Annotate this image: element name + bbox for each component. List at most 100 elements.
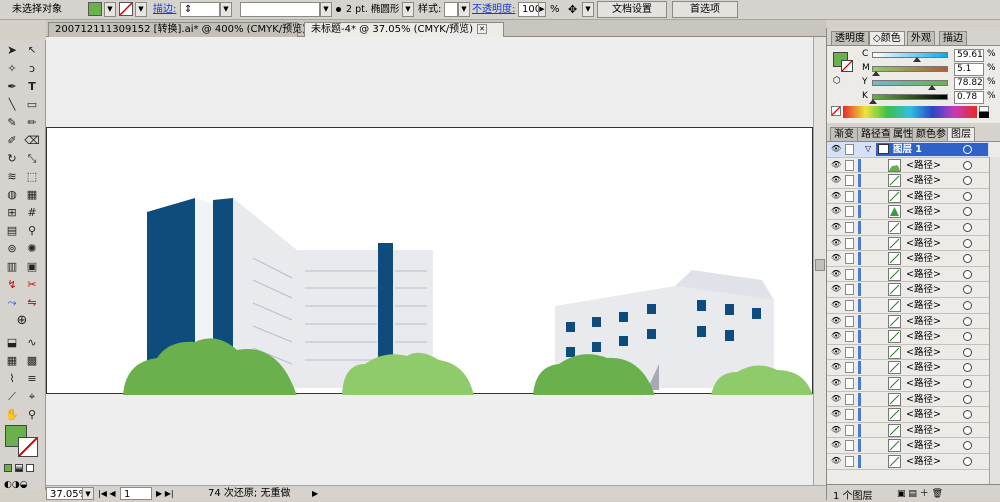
lock-toggle[interactable] xyxy=(845,378,854,389)
lasso-tool-icon[interactable]: ↄ xyxy=(23,60,41,77)
gradient-tool-icon[interactable]: ▤ xyxy=(3,222,21,239)
target-circle-icon[interactable] xyxy=(963,441,972,451)
target-circle-icon[interactable] xyxy=(963,191,972,201)
path-name[interactable]: <路径> xyxy=(906,330,941,343)
opacity-dropdown[interactable]: ▶ xyxy=(538,2,546,17)
status-menu-icon[interactable]: ▶ xyxy=(312,486,318,501)
visibility-eye-icon[interactable]: 👁 xyxy=(831,176,841,184)
first-page-icon[interactable]: |◀ ◀ xyxy=(98,486,116,501)
variable-width-field[interactable] xyxy=(240,2,320,17)
target-circle-icon[interactable] xyxy=(963,316,972,326)
black-swatch[interactable] xyxy=(979,112,989,118)
lock-toggle[interactable] xyxy=(845,206,854,218)
path-name[interactable]: <路径> xyxy=(906,393,941,406)
tab-appearance[interactable]: 外观 xyxy=(907,31,935,45)
lock-toggle[interactable] xyxy=(845,237,854,249)
path-row[interactable]: 👁 <路径> xyxy=(827,391,989,408)
path-name[interactable]: <路径> xyxy=(906,221,941,234)
perspective-grid-tool-icon[interactable]: ⊞ xyxy=(3,204,21,221)
channel-value-y[interactable]: 78.82 xyxy=(954,77,984,90)
visibility-eye-icon[interactable]: 👁 xyxy=(831,379,841,387)
target-circle-icon[interactable] xyxy=(963,254,972,264)
target-circle-icon[interactable] xyxy=(963,269,972,279)
lock-toggle[interactable] xyxy=(845,284,854,296)
lock-toggle[interactable] xyxy=(845,362,854,374)
artboard-tool-icon[interactable]: ▣ xyxy=(23,258,41,275)
path-name[interactable]: <路径> xyxy=(906,455,941,468)
none-color-icon[interactable] xyxy=(831,106,841,116)
eyedropper-tool-icon[interactable]: ⚲ xyxy=(23,222,41,239)
channel-value-c[interactable]: 59.61 xyxy=(954,49,984,62)
tab-stroke[interactable]: 描边 xyxy=(939,31,967,45)
color-spectrum-bar[interactable] xyxy=(843,106,977,118)
target-circle-icon[interactable] xyxy=(963,223,972,232)
path-name[interactable]: <路径> xyxy=(906,252,941,265)
tab-document-1[interactable]: 200712111309152 [转换].ai* @ 400% (CMYK/预览… xyxy=(48,22,321,37)
rectangle-tool-icon[interactable]: ▭ xyxy=(23,96,41,113)
visibility-eye-icon[interactable]: 👁 xyxy=(831,347,841,356)
eraser-scissors-tool-icon[interactable]: ✂ xyxy=(23,276,41,293)
document-setup-button[interactable]: 文档设置 xyxy=(597,1,667,18)
visibility-eye-icon[interactable]: 👁 xyxy=(831,394,841,403)
target-circle-icon[interactable] xyxy=(963,160,972,170)
visibility-eye-icon[interactable]: 👁 xyxy=(831,332,841,340)
free-transform-tool-icon[interactable]: ⬚ xyxy=(23,168,41,185)
zoom-dropdown[interactable]: ▼ xyxy=(82,487,94,500)
column-graph-tool-icon[interactable]: ▥ xyxy=(3,258,21,275)
target-circle-icon[interactable] xyxy=(963,410,972,420)
crosshair-tool-icon[interactable]: ⊕ xyxy=(13,312,31,329)
layer-name[interactable]: 图层 1 xyxy=(893,143,922,156)
slider-thumb-icon[interactable] xyxy=(868,99,877,104)
stroke-swatch[interactable] xyxy=(119,2,133,16)
slider-thumb-icon[interactable] xyxy=(871,71,880,76)
stroke-weight-field[interactable]: ⇕ xyxy=(180,2,220,17)
path-name[interactable]: <路径> xyxy=(906,205,941,218)
target-circle-icon[interactable] xyxy=(963,379,972,388)
color-stroke-swatch[interactable] xyxy=(841,60,853,72)
lock-toggle[interactable] xyxy=(845,440,854,452)
visibility-eye-icon[interactable]: 👁 xyxy=(831,160,841,169)
gradient-mode-icon[interactable] xyxy=(15,464,23,472)
visibility-eye-icon[interactable]: 👁 xyxy=(831,410,841,418)
path-name[interactable]: <路径> xyxy=(906,377,941,390)
path-row[interactable]: 👁 <路径> xyxy=(827,282,989,298)
visibility-eye-icon[interactable]: 👁 xyxy=(831,285,841,293)
channel-value-k[interactable]: 0.78 xyxy=(954,91,984,104)
recolor-icon[interactable]: ✥ xyxy=(568,2,577,17)
path-row[interactable]: 👁 <路径> xyxy=(827,454,989,470)
style-dropdown[interactable]: ▼ xyxy=(458,2,470,17)
visibility-eye-icon[interactable]: 👁 xyxy=(831,363,841,371)
path-row[interactable]: 👁 <路径> xyxy=(827,266,989,283)
path-row[interactable]: 👁 <路径> xyxy=(827,360,989,376)
line-tool-icon[interactable]: ╲ xyxy=(3,96,21,113)
pen-tool-icon[interactable]: ✒ xyxy=(3,78,21,95)
zoom-tool-icon[interactable]: ⚲ xyxy=(23,406,41,423)
opacity-link[interactable]: 不透明度: xyxy=(472,2,515,17)
pencil-tool-icon[interactable]: ✏ xyxy=(23,114,41,131)
path-row[interactable]: 👁 <路径> xyxy=(827,251,989,267)
shape-builder-tool-icon[interactable]: ◍ xyxy=(3,186,21,203)
visibility-eye-icon[interactable]: 👁 xyxy=(831,223,841,231)
paintbrush-tool-icon[interactable]: ✎ xyxy=(3,114,21,131)
lock-toggle[interactable] xyxy=(845,222,854,233)
brush-definition[interactable]: 2 pt. 椭圆形 xyxy=(346,2,399,17)
channel-value-m[interactable]: 5.1 xyxy=(954,63,984,76)
target-circle-icon[interactable] xyxy=(963,347,972,357)
stair-tool-icon[interactable]: ⌇ xyxy=(3,370,21,387)
path-name[interactable]: <路径> xyxy=(906,159,941,172)
path-row[interactable]: 👁 <路径> xyxy=(827,298,989,314)
visibility-eye-icon[interactable]: 👁 xyxy=(831,238,841,247)
visibility-eye-icon[interactable]: 👁 xyxy=(831,441,841,449)
target-circle-icon[interactable] xyxy=(963,394,972,404)
stroke-dropdown[interactable]: ▼ xyxy=(135,2,147,17)
target-circle-icon[interactable] xyxy=(963,457,972,466)
visibility-eye-icon[interactable]: 👁 xyxy=(831,457,841,465)
lock-toggle[interactable] xyxy=(845,190,854,202)
visibility-eye-icon[interactable]: 👁 xyxy=(831,269,841,278)
tab-color-guide[interactable]: 颜色参 xyxy=(912,127,950,141)
lock-toggle[interactable] xyxy=(845,268,854,280)
path-row[interactable]: 👁 <路径> xyxy=(827,157,989,174)
tab-color[interactable]: ◇颜色 xyxy=(869,31,905,45)
path-row[interactable]: 👁 <路径> xyxy=(827,422,989,439)
layers-scrollbar[interactable] xyxy=(989,157,1000,484)
